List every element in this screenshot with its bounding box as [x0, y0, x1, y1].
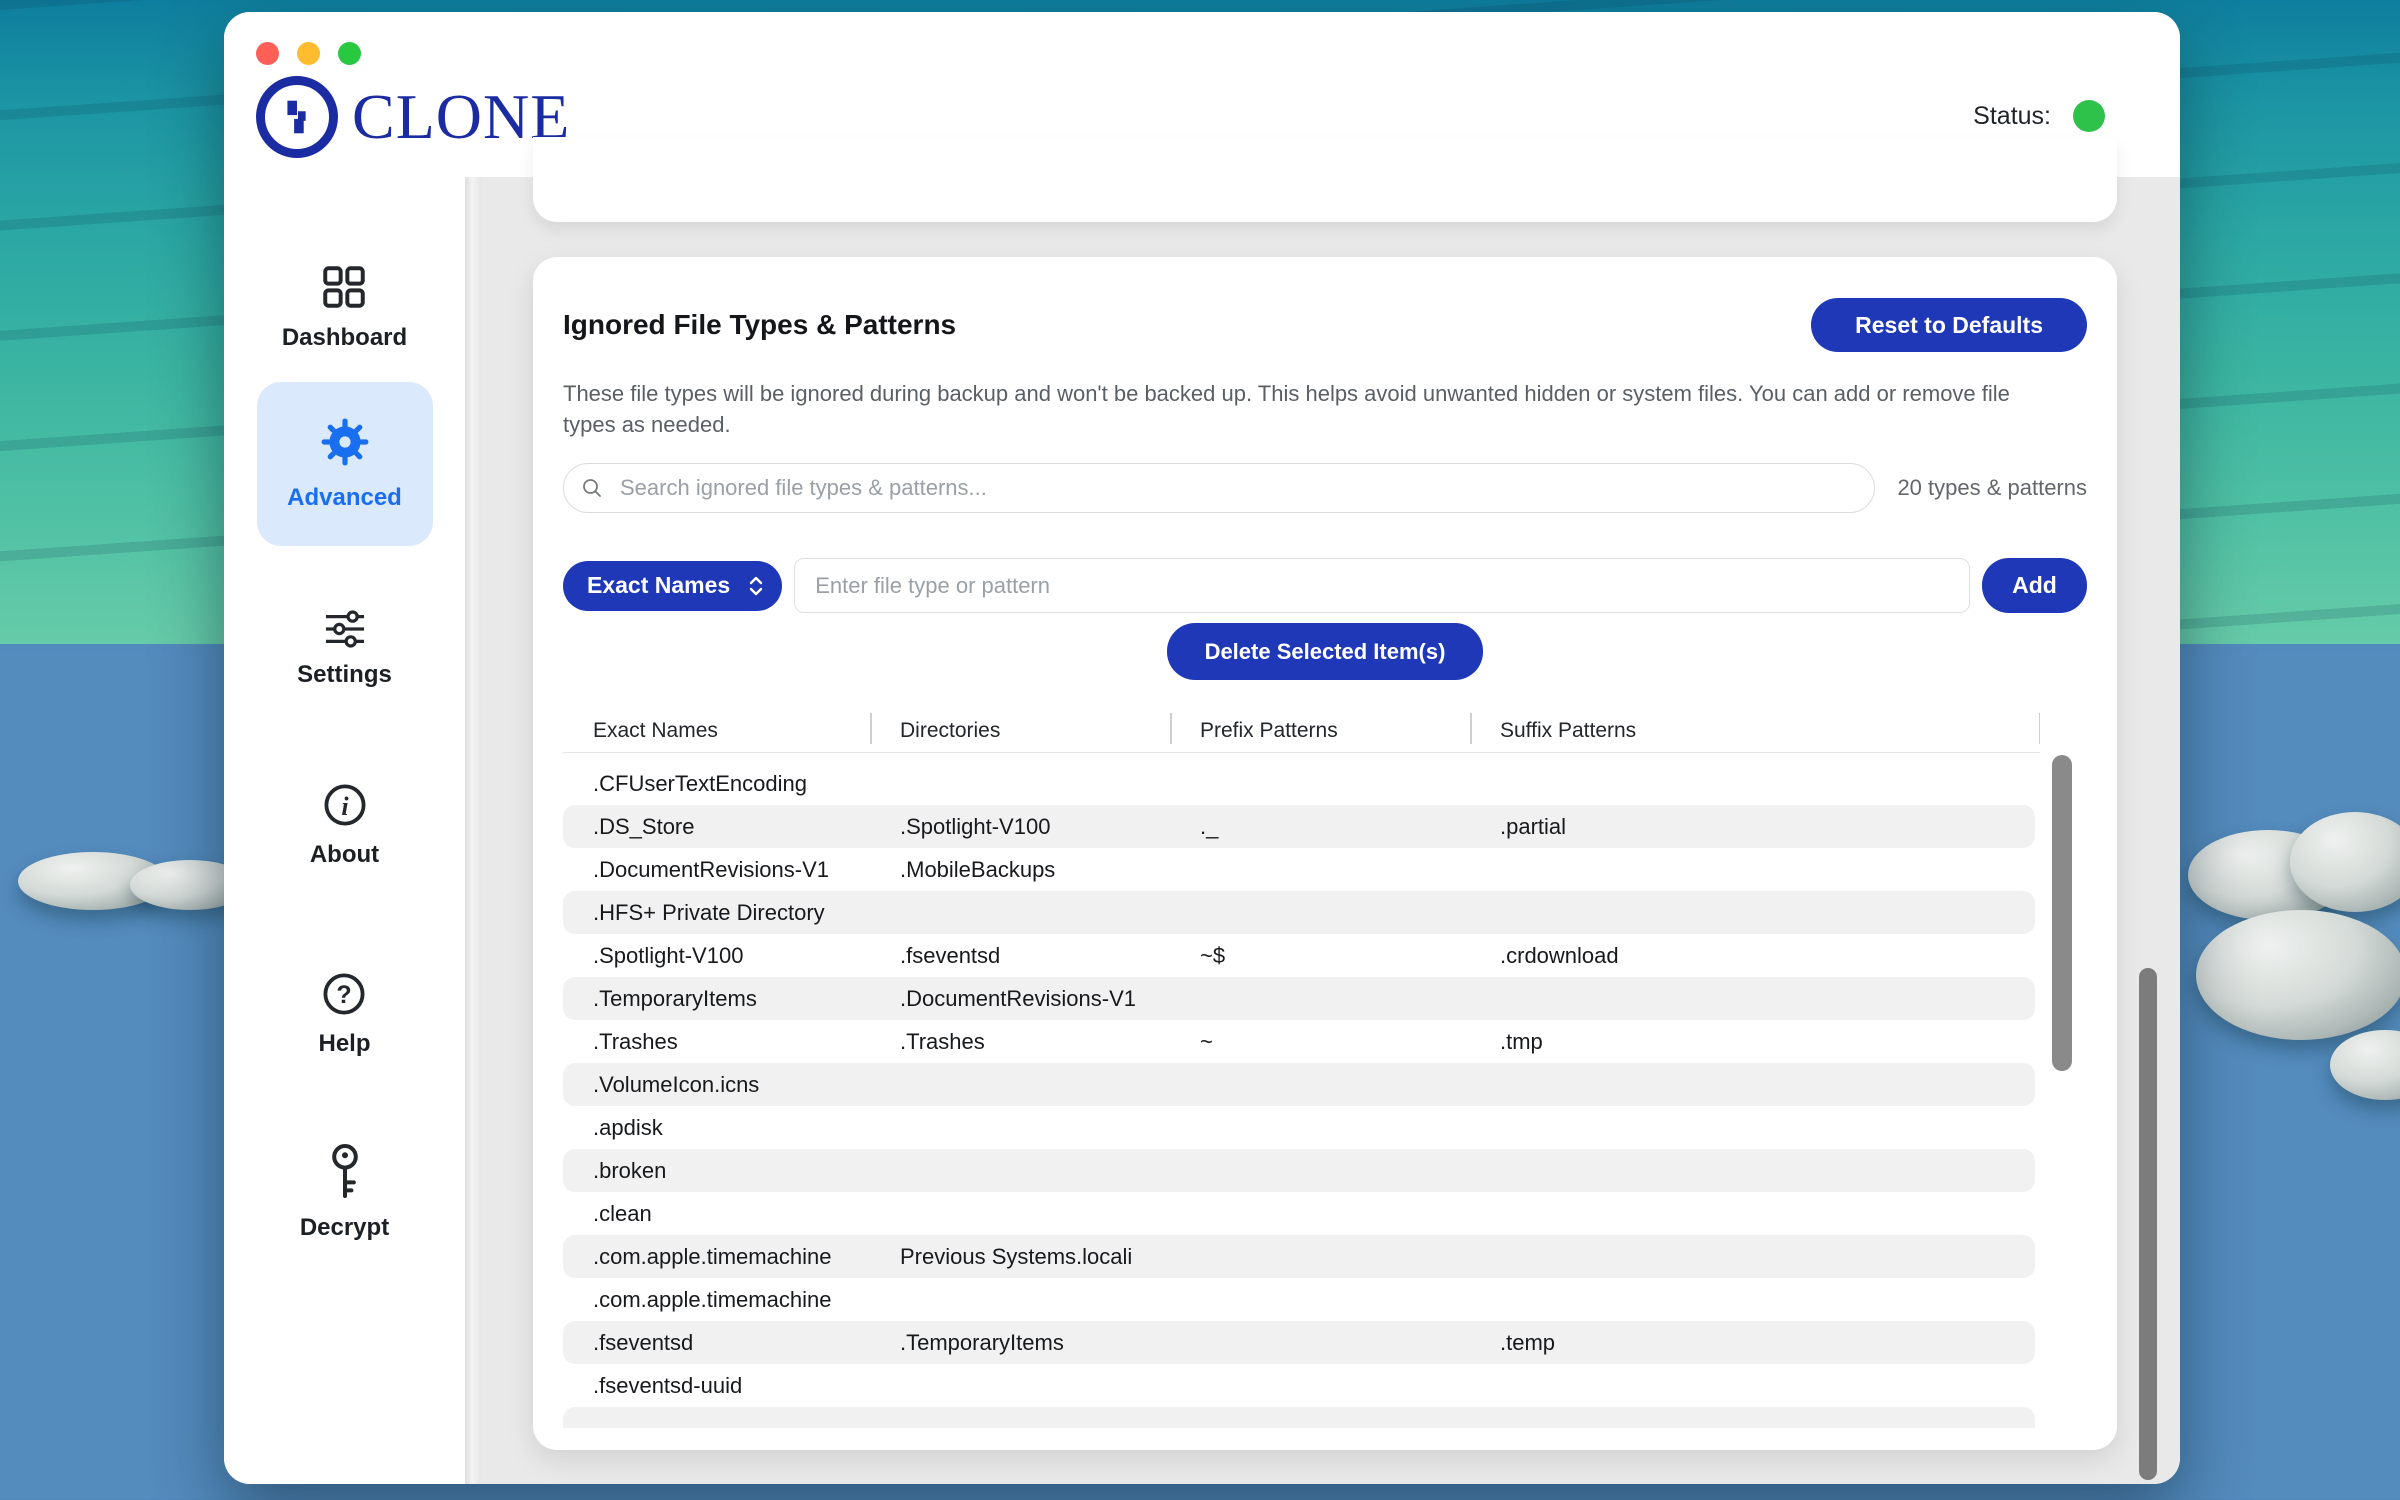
pattern-type-select[interactable]: Exact Names [563, 561, 782, 611]
window-scrollbar[interactable] [2139, 968, 2157, 1480]
table-body: .CFUserTextEncoding .DS_Store .Spotlight… [563, 762, 2035, 1428]
svg-text:i: i [341, 792, 349, 821]
wallpaper-boulder [2196, 910, 2400, 1040]
table-row[interactable]: .fseventsd .TemporaryItems .temp [563, 1321, 2035, 1364]
sidebar-item-dashboard[interactable]: Dashboard [282, 262, 407, 352]
sidebar-item-label: Decrypt [300, 1214, 389, 1242]
sidebar-item-label: Advanced [287, 484, 402, 512]
search-icon [580, 476, 604, 500]
table-row[interactable]: .Spotlight-V100 .fseventsd ~$ .crdownloa… [563, 934, 2035, 977]
column-header-exact-names: Exact Names [563, 710, 870, 752]
traffic-lights [256, 42, 361, 65]
table-row[interactable]: .VolumeIcon.icns [563, 1063, 2035, 1106]
table-row[interactable]: .TemporaryItems .DocumentRevisions-V1 [563, 977, 2035, 1020]
table-row[interactable]: .clean [563, 1192, 2035, 1235]
sidebar-item-help[interactable]: ? Help [318, 970, 370, 1058]
search-box [563, 463, 1875, 513]
sidebar-item-label: About [310, 841, 379, 869]
status-indicator: Status: [1973, 100, 2105, 132]
sidebar-item-label: Settings [297, 661, 392, 689]
column-header-prefix-patterns: Prefix Patterns [1170, 710, 1470, 752]
page-title: Ignored File Types & Patterns [563, 309, 956, 341]
main-content: Ignored File Types & Patterns Reset to D… [465, 177, 2180, 1484]
sidebar-item-label: Dashboard [282, 324, 407, 352]
table-row[interactable]: .DS_Store .Spotlight-V100 ._ .partial [563, 805, 2035, 848]
table-row[interactable]: .com.apple.timemachine Previous Systems.… [563, 1235, 2035, 1278]
status-dot-green [2073, 100, 2105, 132]
reset-to-defaults-button[interactable]: Reset to Defaults [1811, 298, 2087, 352]
gear-icon [319, 416, 371, 468]
sidebar-item-label: Help [318, 1030, 370, 1058]
previous-card-partial [533, 137, 2117, 222]
table-row[interactable]: .Trashes .Trashes ~ .tmp [563, 1020, 2035, 1063]
ignored-file-types-card: Ignored File Types & Patterns Reset to D… [533, 257, 2117, 1450]
zoom-window-button[interactable] [338, 42, 361, 65]
table-header: Exact Names Directories Prefix Patterns … [563, 710, 2040, 753]
svg-text:?: ? [337, 981, 352, 1009]
table-row[interactable]: .apdisk [563, 1106, 2035, 1149]
search-input[interactable] [563, 463, 1875, 513]
column-header-directories: Directories [870, 710, 1170, 752]
sidebar-item-advanced[interactable]: Advanced [257, 382, 433, 546]
key-icon [323, 1142, 367, 1202]
table-row[interactable]: .fseventsd-uuid [563, 1364, 2035, 1407]
table-row[interactable]: .com.apple.timemachine [563, 1278, 2035, 1321]
app-logo: CLONE [256, 76, 570, 158]
sidebar-item-about[interactable]: i About [310, 781, 379, 869]
pattern-type-select-value: Exact Names [587, 572, 730, 599]
wallpaper-boulder [2330, 1030, 2400, 1100]
chevron-up-down-icon [746, 574, 766, 598]
pattern-count-label: 20 types & patterns [1875, 475, 2087, 501]
column-header-suffix-patterns: Suffix Patterns [1470, 710, 2040, 752]
panel-description: These file types will be ignored during … [563, 378, 2063, 440]
table-row[interactable]: .CFUserTextEncoding [563, 762, 2035, 805]
table-row[interactable] [563, 1407, 2035, 1428]
content-gutter [465, 177, 481, 1484]
table-scrollbar[interactable] [2052, 755, 2072, 1071]
sidebar-item-decrypt[interactable]: Decrypt [300, 1142, 389, 1242]
dashboard-grid-icon [319, 262, 369, 312]
sidebar-item-settings[interactable]: Settings [297, 609, 392, 689]
sliders-icon [322, 609, 368, 649]
close-window-button[interactable] [256, 42, 279, 65]
table-row[interactable]: .DocumentRevisions-V1 .MobileBackups [563, 848, 2035, 891]
table-row[interactable]: .broken [563, 1149, 2035, 1192]
clone-logo-icon [256, 76, 338, 158]
question-icon: ? [320, 970, 368, 1018]
minimize-window-button[interactable] [297, 42, 320, 65]
sidebar: Dashboard [224, 177, 465, 1484]
app-window: CLONE Status: Dashboard [224, 12, 2180, 1484]
delete-selected-button[interactable]: Delete Selected Item(s) [1167, 623, 1484, 680]
add-button[interactable]: Add [1982, 558, 2087, 613]
table-row[interactable]: .HFS+ Private Directory [563, 891, 2035, 934]
info-icon: i [321, 781, 369, 829]
status-label: Status: [1973, 102, 2051, 131]
new-pattern-input[interactable] [794, 558, 1970, 613]
